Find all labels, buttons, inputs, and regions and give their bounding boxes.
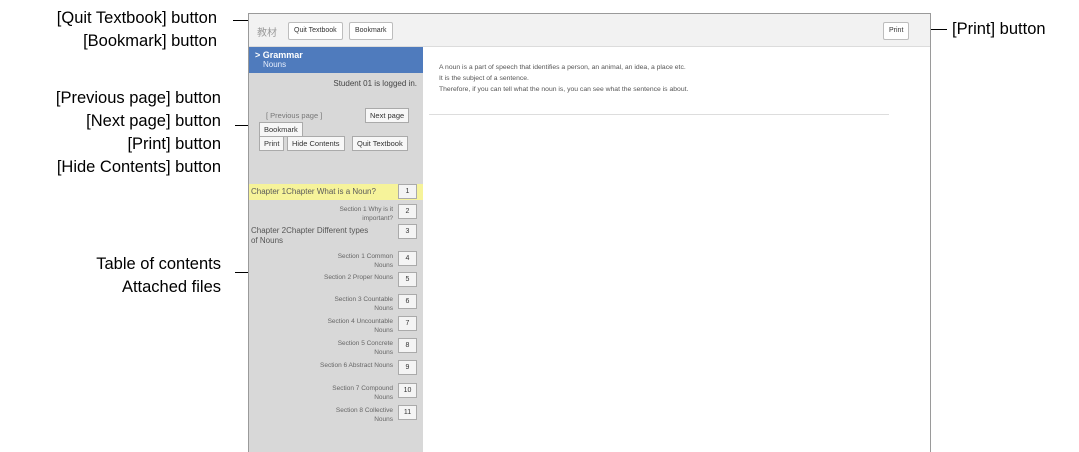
content-line: A noun is a part of speech that identifi…	[439, 64, 686, 71]
print-button-sidebar[interactable]: Print	[259, 136, 285, 151]
toc-number-5[interactable]: 5	[398, 272, 417, 287]
next-page-button[interactable]: Next page	[365, 108, 410, 123]
textbook-viewer-window: 教材 Quit Textbook Bookmark Print > Gramma…	[248, 13, 931, 452]
quit-textbook-button[interactable]: Quit Textbook	[288, 22, 343, 40]
annotation-next-page: [Next page] button	[86, 112, 221, 130]
quit-textbook-button-sidebar[interactable]: Quit Textbook	[352, 136, 408, 151]
toc-number-9[interactable]: 9	[398, 360, 417, 375]
toc-section-2-5[interactable]: Section 5 Concrete Nouns	[319, 339, 393, 357]
toc-section-2-8[interactable]: Section 8 Collective Nouns	[319, 406, 393, 424]
hide-contents-button[interactable]: Hide Contents	[287, 136, 345, 151]
toc-number-4[interactable]: 4	[398, 251, 417, 266]
toc-number-3[interactable]: 3	[398, 224, 417, 239]
toc-chapter-1[interactable]: Chapter 1Chapter What is a Noun?	[251, 187, 396, 197]
login-status: Student 01 is logged in.	[333, 79, 417, 88]
toc-section-2-4[interactable]: Section 4 Uncountable Nouns	[319, 317, 393, 335]
toc-chapter-2[interactable]: Chapter 2Chapter Different types of Noun…	[251, 226, 369, 246]
annotation-previous-page: [Previous page] button	[55, 89, 221, 107]
annotation-print-right: [Print] button	[952, 20, 1046, 38]
toc-section-2-2[interactable]: Section 2 Proper Nouns	[319, 273, 393, 282]
book-title: > Grammar	[255, 50, 303, 60]
toc-section-2-3[interactable]: Section 3 Countable Nouns	[319, 295, 393, 313]
toc-number-2[interactable]: 2	[398, 204, 417, 219]
content-line: It is the subject of a sentence.	[439, 75, 529, 82]
toc-number-11[interactable]: 11	[398, 405, 417, 420]
book-subtitle: Nouns	[263, 60, 287, 69]
toc-section-2-6[interactable]: Section 6 Abstract Nouns	[319, 361, 393, 370]
toc-section-1-1[interactable]: Section 1 Why is it important?	[319, 205, 393, 223]
sidebar-header: > Grammar Nouns	[249, 47, 423, 73]
annotation-attached-files: Attached files	[121, 278, 221, 296]
app-logo: 教材	[257, 28, 277, 39]
toc-number-6[interactable]: 6	[398, 294, 417, 309]
print-button-top[interactable]: Print	[883, 22, 910, 40]
page-content: A noun is a part of speech that identifi…	[439, 62, 899, 95]
previous-page-button[interactable]: [ Previous page ]	[261, 108, 327, 123]
sidebar: > Grammar Nouns Student 01 is logged in.…	[249, 47, 423, 452]
toc-number-1[interactable]: 1	[398, 184, 417, 199]
content-line: Therefore, if you can tell what the noun…	[439, 86, 689, 93]
top-toolbar: 教材 Quit Textbook Bookmark Print	[249, 14, 930, 47]
toc-section-2-7[interactable]: Section 7 Compound Nouns	[319, 384, 393, 402]
bookmark-button-sidebar[interactable]: Bookmark	[259, 122, 303, 137]
annotation-bookmark: [Bookmark] button	[83, 32, 217, 50]
content-divider	[429, 114, 889, 115]
annotation-quit-textbook: [Quit Textbook] button	[56, 9, 217, 27]
annotation-print-left: [Print] button	[127, 135, 221, 153]
toc-number-10[interactable]: 10	[398, 383, 417, 398]
annotation-hide-contents: [Hide Contents] button	[56, 158, 221, 176]
annotation-table-of-contents: Table of contents	[96, 255, 221, 273]
toc-number-8[interactable]: 8	[398, 338, 417, 353]
bookmark-button[interactable]: Bookmark	[349, 22, 393, 40]
toc-number-7[interactable]: 7	[398, 316, 417, 331]
toc-section-2-1[interactable]: Section 1 Common Nouns	[319, 252, 393, 270]
